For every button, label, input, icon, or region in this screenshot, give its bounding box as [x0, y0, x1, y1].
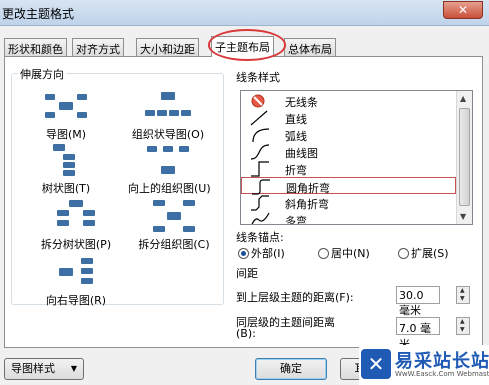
window-title: 更改主题格式 [2, 7, 75, 21]
parent-distance-stepper[interactable]: ▲ ▼ [456, 286, 470, 304]
org-chart-layout-icon [143, 88, 193, 124]
close-button[interactable]: ✕ [443, 1, 483, 19]
line-style-item[interactable]: 曲线图 [241, 143, 456, 160]
sibling-distance-stepper[interactable]: ▲ ▼ [456, 317, 470, 335]
upward-org-layout-icon [143, 142, 193, 178]
stepper-down-icon[interactable]: ▼ [460, 295, 465, 302]
split-org-layout-icon [149, 198, 199, 234]
layout-option-tree[interactable]: 树状图(T) [36, 142, 96, 196]
sibling-distance-input[interactable]: 7.0 毫米 [396, 317, 440, 351]
layout-label-split-tree: 拆分树状图(P) [40, 238, 112, 251]
line-style-item[interactable]: 斜角折弯 [241, 194, 456, 211]
line-style-item[interactable]: 无线条 [241, 92, 456, 109]
line-style-item[interactable]: 多弯 [241, 211, 456, 224]
radio-outside[interactable] [238, 248, 249, 259]
layout-option-right-mindmap[interactable]: 向右导图(R) [36, 254, 116, 308]
watermark-logo-icon: ✕ [361, 349, 391, 379]
stepper-up-icon[interactable]: ▲ [460, 318, 465, 325]
stepper-up-icon[interactable]: ▲ [460, 287, 465, 294]
tab-alignment[interactable]: 对齐方式 [72, 38, 124, 56]
radio-center[interactable] [318, 248, 329, 259]
scroll-up-arrow-icon[interactable]: ▲ [460, 94, 466, 103]
tree-layout-icon [41, 142, 91, 178]
line-style-title: 线条样式 [236, 71, 280, 84]
line-style-item-selected[interactable]: 圆角折弯 [241, 177, 456, 195]
split-tree-layout-icon [51, 198, 101, 234]
sibling-distance-label-suffix: (B): [236, 327, 256, 340]
layout-label-split-org: 拆分组织图(C) [138, 238, 210, 251]
scroll-thumb[interactable] [459, 108, 470, 206]
anchor-option-center[interactable]: 居中(N) [318, 245, 370, 261]
layout-option-split-tree[interactable]: 拆分树状图(P) [36, 198, 116, 252]
scroll-down-arrow-icon[interactable]: ▼ [460, 212, 466, 221]
rounded-elbow-line-icon [252, 179, 270, 195]
layout-label-tree: 树状图(T) [41, 182, 91, 195]
tab-subtopic-layout[interactable]: 子主题布局 [211, 36, 274, 57]
bevel-elbow-line-icon [251, 195, 269, 211]
layout-option-mindmap[interactable]: 导图(M) [36, 88, 96, 142]
elbow-line-icon [251, 161, 269, 177]
spacing-title: 间距 [236, 267, 258, 280]
mindmap-layout-icon [41, 88, 91, 124]
parent-distance-label: 到上层级主题的距离(F): [236, 291, 354, 304]
watermark-subtext: WwW.Easck.Com Webmaster [395, 370, 489, 378]
tab-overall-layout[interactable]: 总体布局 [284, 38, 336, 56]
right-mindmap-layout-icon [51, 254, 101, 290]
title-bar: 更改主题格式 ✕ [0, 0, 489, 26]
layout-option-upward-org[interactable]: 向上的组织图(U) [128, 142, 211, 196]
radio-expand[interactable] [398, 248, 409, 259]
expand-direction-title: 伸展方向 [18, 66, 66, 82]
expand-direction-group: 伸展方向 导图(M) 组织状导图(O) 树状图(T) 向上的组织图(U) 拆分树… [11, 66, 224, 308]
line-style-item[interactable]: 弧线 [241, 126, 456, 143]
arc-line-icon [252, 128, 270, 143]
dropdown-arrow-icon: ▼ [70, 364, 77, 373]
straight-line-icon [250, 110, 268, 126]
tab-shape-color[interactable]: 形状和颜色 [4, 38, 67, 56]
anchor-option-outside[interactable]: 外部(I) [238, 245, 285, 261]
line-style-list[interactable]: 无线条 直线 弧线 曲线图 折弯 圆角折弯 斜角折弯 多弯 ▲ ▼ [240, 90, 473, 225]
watermark: ✕ 易采站长站 WwW.Easck.Com Webmaster [359, 345, 489, 385]
map-style-button[interactable]: 导图样式 ▼ [4, 358, 84, 380]
layout-option-split-org[interactable]: 拆分组织图(C) [134, 198, 214, 252]
layout-label-right-mindmap: 向右导图(R) [45, 294, 107, 307]
stepper-down-icon[interactable]: ▼ [460, 326, 465, 333]
layout-option-org-chart[interactable]: 组织状导图(O) [128, 88, 208, 142]
line-style-item[interactable]: 直线 [241, 109, 456, 126]
tab-panel: 伸展方向 导图(M) 组织状导图(O) 树状图(T) 向上的组织图(U) 拆分树… [4, 56, 483, 351]
line-style-scrollbar[interactable]: ▲ ▼ [456, 91, 472, 224]
anchor-title: 线条锚点: [236, 231, 284, 244]
ok-button[interactable]: 确定 [255, 358, 327, 380]
anchor-option-expand[interactable]: 扩展(S) [398, 245, 449, 261]
layout-label-org-chart: 组织状导图(O) [131, 128, 205, 141]
no-line-icon [251, 94, 265, 108]
line-style-item[interactable]: 折弯 [241, 160, 456, 177]
parent-distance-input[interactable]: 30.0 毫米 [396, 286, 440, 317]
curve-line-icon [250, 144, 270, 160]
layout-label-upward-org: 向上的组织图(U) [128, 182, 211, 195]
layout-label-mindmap: 导图(M) [45, 128, 87, 141]
multi-bend-line-icon [251, 212, 270, 224]
tab-size-margin[interactable]: 大小和边距 [136, 38, 199, 56]
